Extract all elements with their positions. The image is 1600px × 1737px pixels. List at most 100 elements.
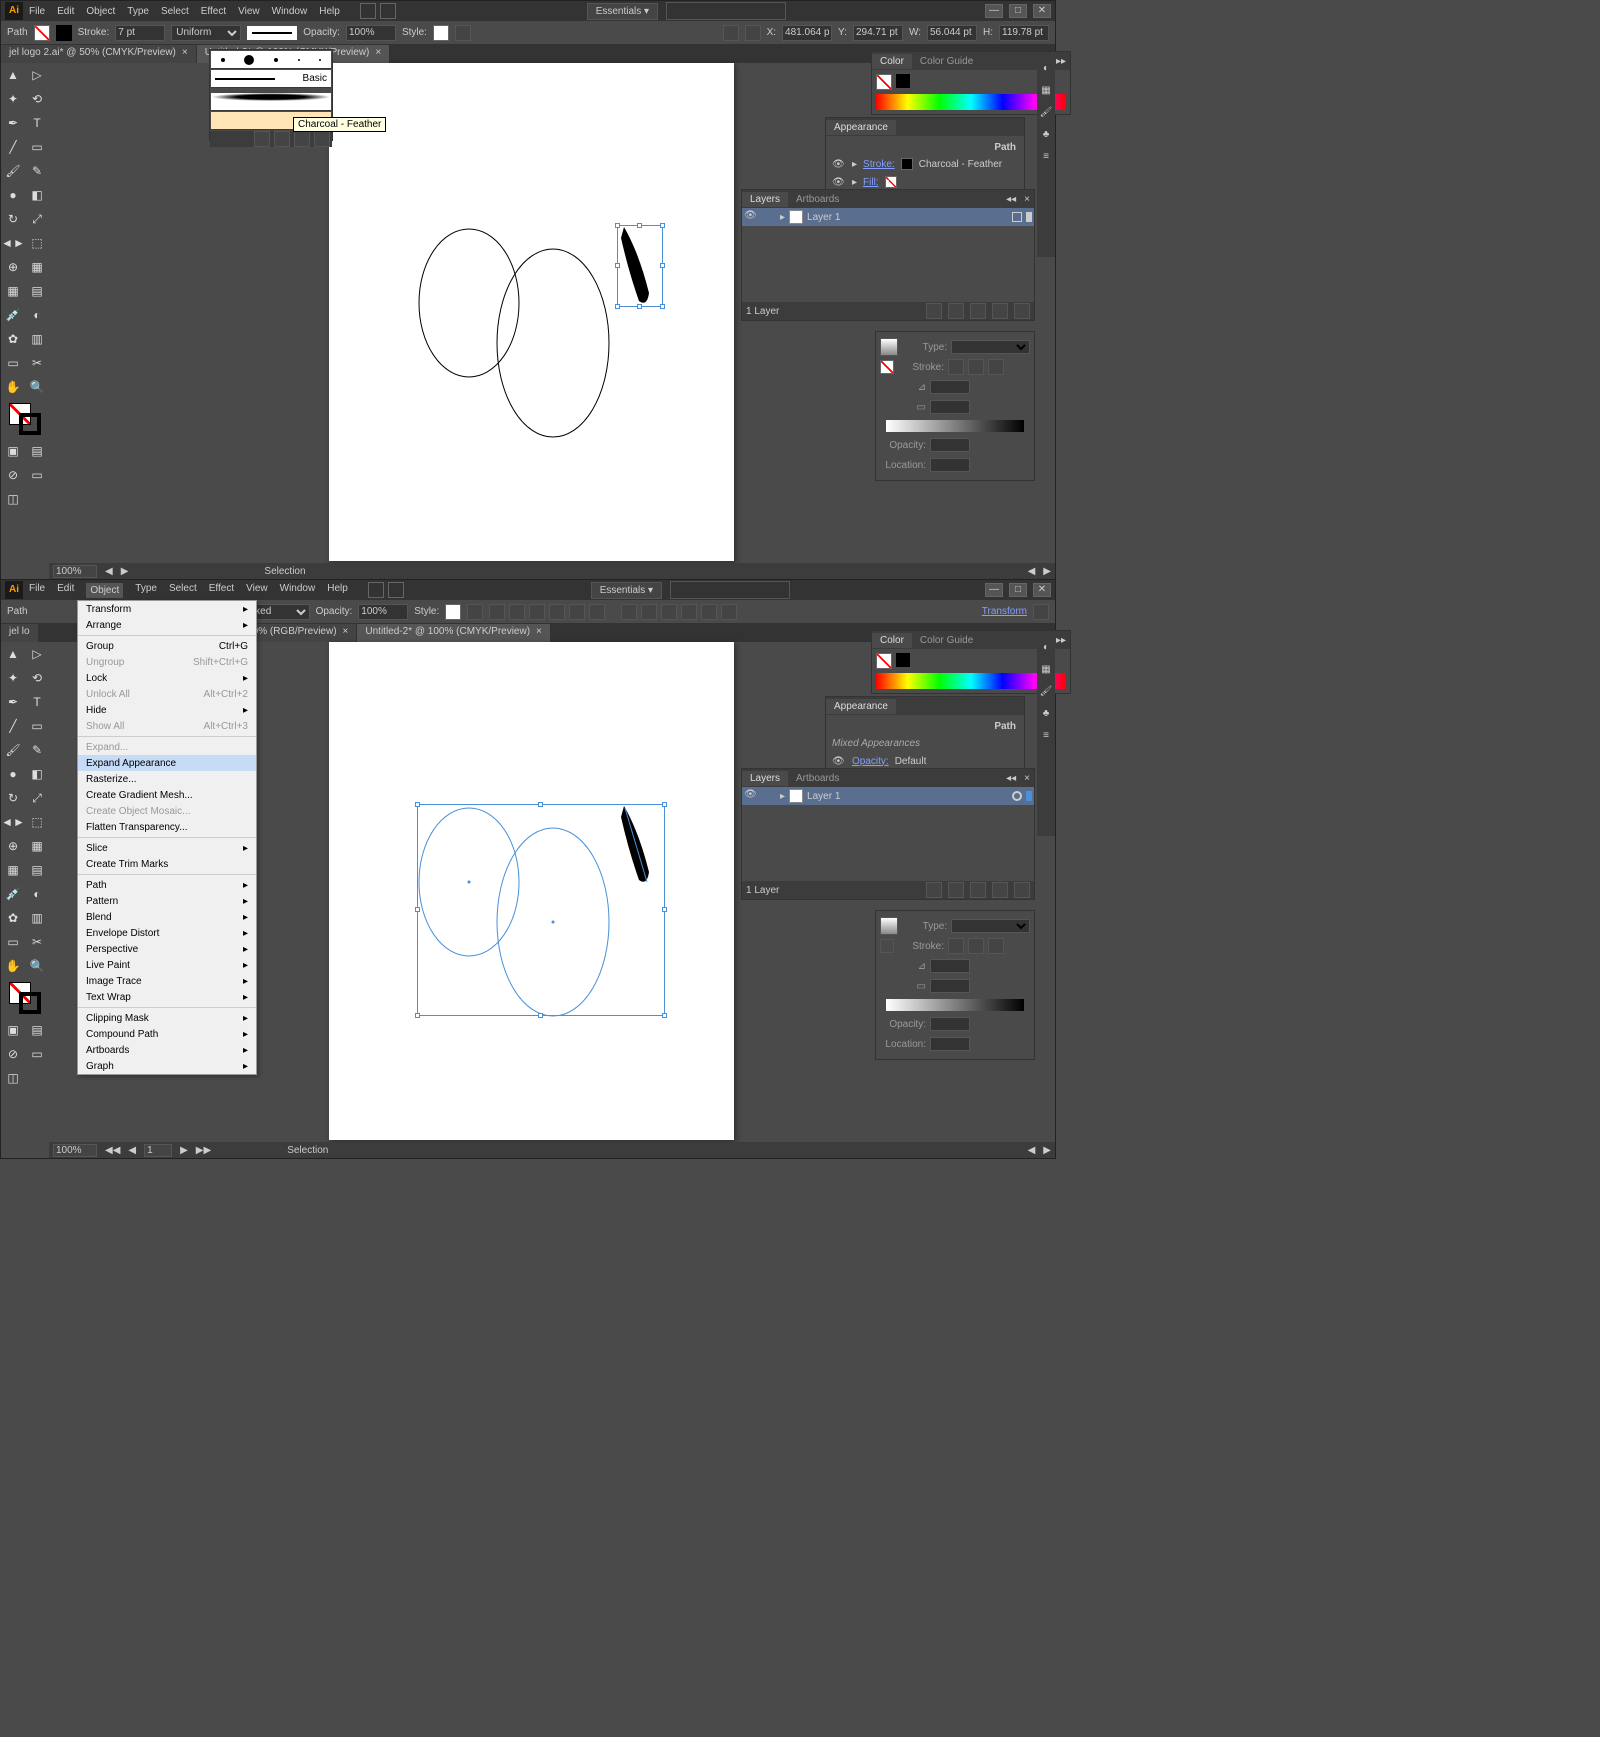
layer-name[interactable]: Layer 1	[807, 212, 840, 223]
selection-handle[interactable]	[615, 263, 620, 268]
menu-item-artboards[interactable]: Artboards▸	[78, 1042, 256, 1058]
selection-handle[interactable]	[415, 802, 420, 807]
distribute-icon[interactable]	[681, 604, 697, 620]
selection-handle[interactable]	[538, 1013, 543, 1018]
selection-handle[interactable]	[662, 907, 667, 912]
menu-item-flatten-transparency-[interactable]: Flatten Transparency...	[78, 819, 256, 835]
recolor-icon[interactable]	[467, 604, 483, 620]
menu-window[interactable]: Window	[272, 6, 308, 17]
target-icon[interactable]	[1012, 212, 1022, 222]
fill-stroke-indicator[interactable]	[9, 982, 41, 1014]
pen-tool[interactable]: ✒	[1, 111, 25, 135]
direct-selection-tool[interactable]: ▷	[25, 642, 49, 666]
artboard[interactable]	[329, 642, 734, 1140]
artboards-tab[interactable]: Artboards	[788, 192, 847, 207]
zoom-tool[interactable]: 🔍	[25, 375, 49, 399]
stroke-option-2[interactable]	[968, 938, 984, 954]
gradient-swatch[interactable]	[880, 917, 898, 935]
layers-tab[interactable]: Layers	[742, 771, 788, 786]
gradient-location-input[interactable]	[930, 1037, 970, 1051]
screen-mode-icon[interactable]: ▭	[25, 463, 49, 487]
expand-icon[interactable]: ▸	[852, 159, 857, 170]
target-icon[interactable]	[1012, 791, 1022, 801]
scroll-right-icon[interactable]: ▶	[1043, 566, 1051, 577]
aspect-input[interactable]	[930, 979, 970, 993]
swatches-icon[interactable]: ▦	[1037, 79, 1055, 101]
layers-tab[interactable]: Layers	[742, 192, 788, 207]
make-clipping-icon[interactable]	[948, 303, 964, 319]
pencil-tool[interactable]: ✎	[25, 159, 49, 183]
selection-handle[interactable]	[660, 304, 665, 309]
shape-builder-tool[interactable]: ⊕	[1, 834, 25, 858]
paintbrush-tool[interactable]: 🖌	[1, 159, 25, 183]
fill-color-swatch[interactable]	[885, 176, 897, 188]
menu-item-blend[interactable]: Blend▸	[78, 909, 256, 925]
scale-tool[interactable]: ⤢	[25, 786, 49, 810]
menu-view[interactable]: View	[238, 6, 260, 17]
type-tool[interactable]: T	[25, 111, 49, 135]
style-swatch[interactable]	[445, 604, 461, 620]
aspect-input[interactable]	[930, 400, 970, 414]
menu-select[interactable]: Select	[169, 583, 197, 598]
fill-swatch[interactable]	[876, 74, 892, 90]
align-hcenter-icon[interactable]	[509, 604, 525, 620]
color-icon[interactable]: ◐	[1037, 57, 1055, 79]
menu-item-hide[interactable]: Hide▸	[78, 702, 256, 718]
distribute-icon[interactable]	[621, 604, 637, 620]
selection-handle[interactable]	[615, 223, 620, 228]
column-graph-tool[interactable]: ▥	[25, 906, 49, 930]
brushes-icon[interactable]: 🖌	[1037, 101, 1055, 123]
menu-window[interactable]: Window	[280, 583, 316, 598]
brush-row-basic[interactable]: Basic	[211, 70, 331, 88]
menu-item-graph[interactable]: Graph▸	[78, 1058, 256, 1074]
stroke-option-1[interactable]	[948, 359, 964, 375]
menu-item-expand-appearance[interactable]: Expand Appearance	[78, 755, 256, 771]
artboard-nav-prev-icon[interactable]: ◀	[128, 1145, 136, 1156]
zoom-tool[interactable]: 🔍	[25, 954, 49, 978]
menu-type[interactable]: Type	[127, 6, 149, 17]
gradient-type-dropdown[interactable]	[951, 340, 1030, 354]
close-icon[interactable]: ×	[536, 626, 542, 637]
width-tool[interactable]: ◄►	[1, 810, 25, 834]
menu-item-rasterize-[interactable]: Rasterize...	[78, 771, 256, 787]
panel-close-icon[interactable]: ×	[1020, 773, 1034, 784]
align-to-icon[interactable]	[1033, 604, 1049, 620]
layout-icon-2[interactable]	[380, 3, 396, 19]
menu-item-slice[interactable]: Slice▸	[78, 840, 256, 856]
visibility-icon[interactable]: 👁	[832, 177, 846, 188]
panel-collapse-icon[interactable]: ◂◂	[1002, 194, 1020, 205]
menu-item-arrange[interactable]: Arrange▸	[78, 617, 256, 633]
w-input[interactable]	[927, 25, 977, 41]
menu-item-image-trace[interactable]: Image Trace▸	[78, 973, 256, 989]
menu-item-pattern[interactable]: Pattern▸	[78, 893, 256, 909]
distribute-icon[interactable]	[641, 604, 657, 620]
search-input[interactable]	[670, 581, 790, 599]
swatches-icon[interactable]: ▦	[1037, 658, 1055, 680]
blob-brush-tool[interactable]: ●	[1, 762, 25, 786]
align-top-icon[interactable]	[549, 604, 565, 620]
artboard-number[interactable]	[144, 1144, 172, 1157]
new-layer-icon[interactable]	[992, 882, 1008, 898]
layer-row[interactable]: 👁 ▸ Layer 1	[742, 208, 1034, 226]
gradient-mode-icon[interactable]: ▤	[25, 1018, 49, 1042]
pencil-tool[interactable]: ✎	[25, 738, 49, 762]
layer-name[interactable]: Layer 1	[807, 791, 840, 802]
brush-preview[interactable]	[247, 26, 297, 40]
new-sublayer-icon[interactable]	[970, 303, 986, 319]
layout-icon-1[interactable]	[368, 582, 384, 598]
appearance-tab[interactable]: Appearance	[826, 699, 896, 714]
stroke-option-3[interactable]	[988, 938, 1004, 954]
menu-file[interactable]: File	[29, 6, 45, 17]
width-tool[interactable]: ◄►	[1, 231, 25, 255]
fill-swatch[interactable]	[876, 653, 892, 669]
blob-brush-tool[interactable]: ●	[1, 183, 25, 207]
menu-item-clipping-mask[interactable]: Clipping Mask▸	[78, 1010, 256, 1026]
color-guide-tab[interactable]: Color Guide	[912, 54, 981, 69]
stroke-row[interactable]: 👁 ▸ Stroke: Charcoal - Feather	[830, 155, 1020, 173]
gradient-tool[interactable]: ▤	[25, 858, 49, 882]
angle-input[interactable]	[930, 380, 970, 394]
menu-item-envelope-distort[interactable]: Envelope Distort▸	[78, 925, 256, 941]
menu-edit[interactable]: Edit	[57, 6, 74, 17]
menu-help[interactable]: Help	[319, 6, 340, 17]
eyedropper-tool[interactable]: 💉	[1, 882, 25, 906]
